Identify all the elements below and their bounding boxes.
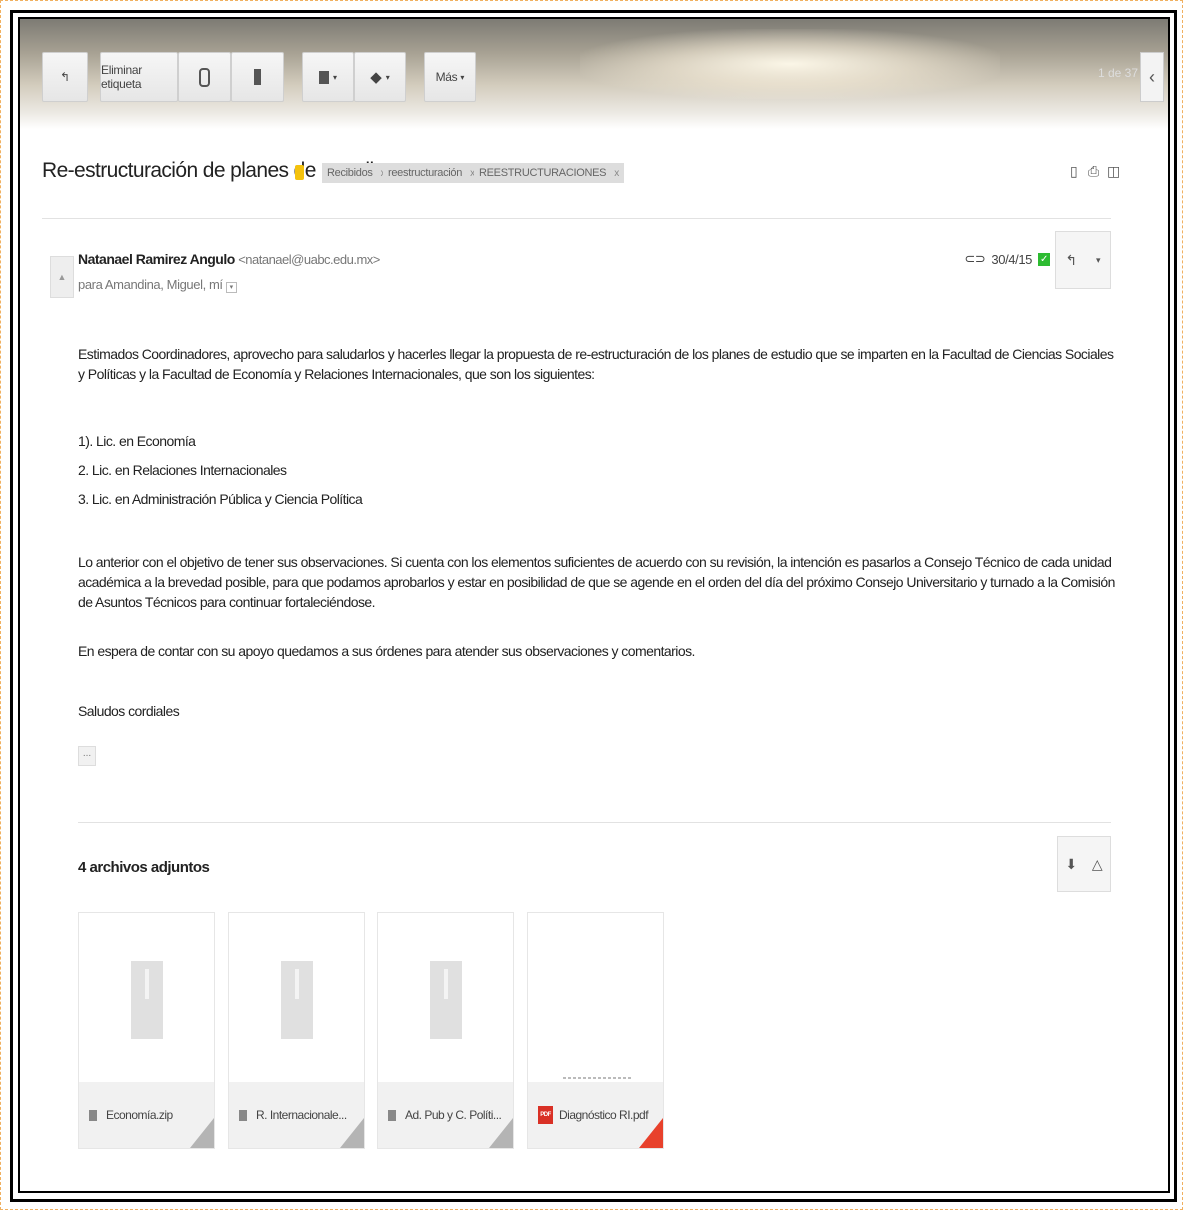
- labels-button[interactable]: ◆ ▾: [354, 52, 406, 102]
- attachment-card[interactable]: PDF Diagnóstico RI.pdf: [527, 912, 664, 1149]
- drive-icon[interactable]: △: [1092, 856, 1103, 873]
- attachment-name: Economía.zip: [106, 1108, 173, 1122]
- sender[interactable]: Natanael Ramirez Angulo <natanael@uabc.e…: [78, 251, 380, 267]
- chevron-left-icon: ‹: [1149, 66, 1155, 87]
- body-list-item: 2. Lic. en Relaciones Internacionales: [78, 462, 287, 478]
- label-chip-text: REESTRUCTURACIONES: [479, 167, 607, 179]
- zip-icon: [388, 1109, 396, 1121]
- corner-fold: [489, 1118, 513, 1148]
- attachment-name: R. Internacionale...: [256, 1108, 347, 1122]
- attachment-name: Diagnóstico RI.pdf: [559, 1108, 649, 1122]
- expand-all-icon[interactable]: ▯: [1070, 163, 1078, 180]
- attachments-title: 4 archivos adjuntos: [78, 859, 210, 876]
- reply-icon: ↰: [1065, 251, 1078, 268]
- page-count: 1 de 37: [1097, 66, 1138, 80]
- more-label: Más: [435, 70, 458, 84]
- important-marker-icon[interactable]: [295, 165, 304, 180]
- sender-name: Natanael Ramirez Angulo: [78, 251, 235, 267]
- tag-icon: ◆: [370, 69, 382, 86]
- delete-button[interactable]: [231, 52, 284, 102]
- body-paragraph: Estimados Coordinadores, aprovecho para …: [78, 346, 1114, 382]
- attachment-icon: ⊂⊃: [964, 251, 986, 266]
- zip-file-icon: [131, 961, 163, 1039]
- corner-fold: [340, 1118, 364, 1148]
- chevron-down-icon: ▾: [460, 72, 465, 82]
- zip-file-icon: [430, 961, 462, 1039]
- message-date: 30/4/15: [991, 251, 1032, 267]
- attachment-actions: ⬇ △: [1057, 836, 1111, 892]
- remove-label-button[interactable]: Eliminar etiqueta: [100, 52, 178, 102]
- recipients-text: para Amandina, Miguel, mí: [78, 277, 223, 292]
- pdf-preview: [563, 1077, 633, 1079]
- remove-label-text: Eliminar etiqueta: [101, 63, 142, 91]
- avatar[interactable]: ▲: [50, 256, 74, 298]
- more-button[interactable]: Más ▾: [424, 52, 476, 102]
- label-chip-text: Recibidos: [327, 167, 373, 179]
- attachment-name: Ad. Pub y C. Políti...: [405, 1108, 502, 1122]
- attachment-card[interactable]: Ad. Pub y C. Políti...: [377, 912, 514, 1149]
- body-list-item: 3. Lic. en Administración Pública y Cien…: [78, 491, 363, 507]
- report-spam-button[interactable]: [178, 52, 231, 102]
- chevron-down-icon: ▾: [332, 72, 337, 82]
- body-list-item: 1). Lic. en Economía: [78, 433, 196, 449]
- attachment-card[interactable]: Economía.zip: [78, 912, 215, 1149]
- zip-file-icon: [281, 961, 313, 1039]
- label-chip-text: reestructuración: [388, 167, 463, 179]
- label-chip[interactable]: Recibidosx: [322, 163, 391, 183]
- pdf-icon: PDF: [538, 1106, 553, 1124]
- label-chip[interactable]: REESTRUCTURACIONES x: [474, 163, 624, 183]
- new-window-icon[interactable]: ◫: [1107, 163, 1120, 180]
- zip-icon: [239, 1109, 247, 1121]
- body-paragraph: En espera de contar con su apoyo quedamo…: [78, 643, 695, 659]
- message-meta: ⊂⊃ 30/4/15 ✓: [964, 251, 1050, 267]
- recipients: para Amandina, Miguel, mí ▾: [78, 277, 237, 293]
- download-all-icon[interactable]: ⬇: [1065, 856, 1077, 873]
- corner-fold: [639, 1118, 663, 1148]
- body-closing: Saludos cordiales: [78, 703, 180, 719]
- report-spam-icon: [199, 67, 210, 87]
- move-to-button[interactable]: ▾: [302, 52, 354, 102]
- attachments-divider: [78, 822, 1111, 823]
- reply-button[interactable]: ↰ ▾: [1055, 231, 1111, 289]
- trash-icon: [254, 69, 261, 85]
- check-icon: ✓: [1038, 252, 1050, 266]
- attachment-card[interactable]: R. Internacionale...: [228, 912, 365, 1149]
- header-divider: [42, 218, 1111, 219]
- print-icon[interactable]: ⎙: [1088, 163, 1099, 180]
- label-chip[interactable]: reestructuración x: [383, 163, 480, 183]
- newer-button[interactable]: ‹: [1140, 52, 1164, 102]
- zip-icon: [89, 1109, 97, 1121]
- gmail-window: ↰ Eliminar etiqueta ▾ ◆ ▾ Más ▾ 1 de 37 …: [18, 17, 1170, 1193]
- folder-icon: [318, 70, 329, 84]
- corner-fold: [190, 1118, 214, 1148]
- close-icon[interactable]: x: [614, 168, 619, 179]
- show-details-icon[interactable]: ▾: [225, 282, 237, 293]
- sender-email: <natanael@uabc.edu.mx>: [238, 252, 380, 267]
- chevron-down-icon[interactable]: ▾: [1096, 255, 1101, 266]
- chevron-down-icon: ▾: [385, 72, 390, 82]
- back-button[interactable]: ↰: [42, 52, 88, 102]
- show-trimmed-button[interactable]: ...: [78, 746, 96, 766]
- arrow-back-icon: ↰: [59, 70, 71, 84]
- body-paragraph: Lo anterior con el objetivo de tener sus…: [78, 554, 1115, 610]
